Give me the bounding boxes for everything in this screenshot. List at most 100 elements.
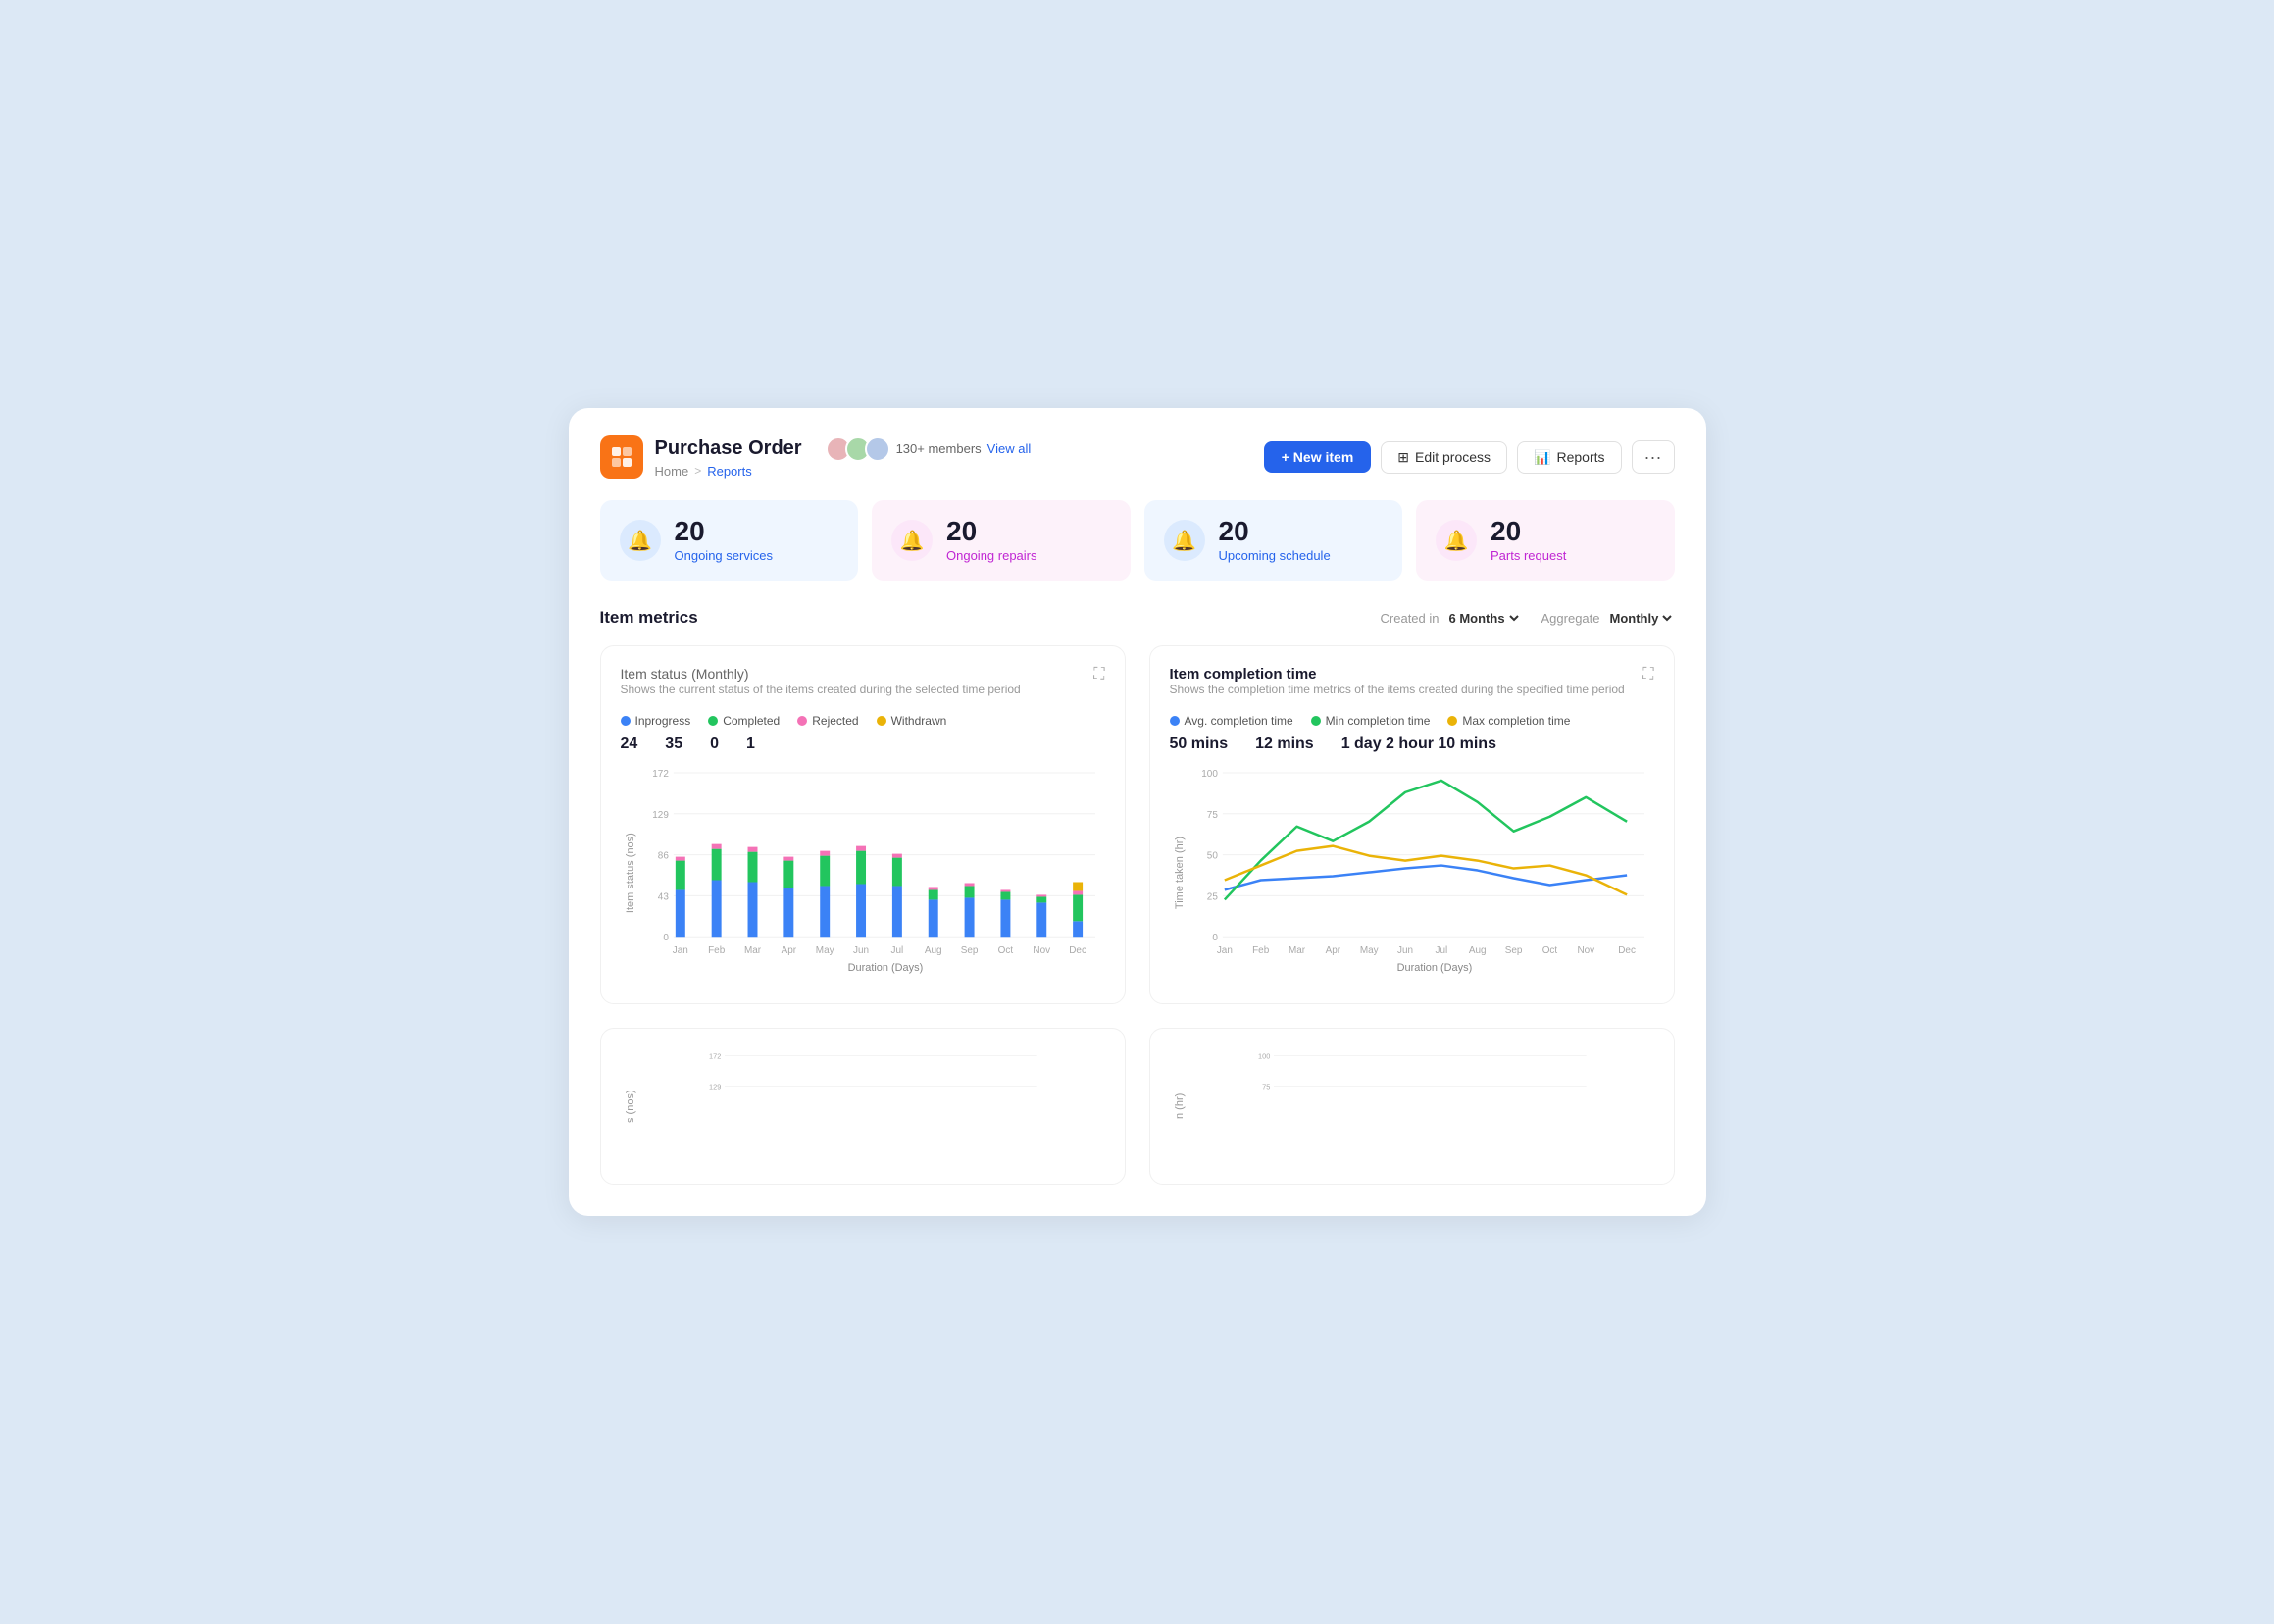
stat-icon-3: 🔔	[1436, 520, 1477, 561]
breadcrumb-home[interactable]: Home	[655, 464, 689, 479]
svg-text:100: 100	[1201, 769, 1218, 780]
edit-process-button[interactable]: ⊞ Edit process	[1381, 441, 1507, 474]
header-actions: + New item ⊞ Edit process 📊 Reports ···	[1264, 440, 1675, 474]
bar-chart-subtitle: Shows the current status of the items cr…	[621, 683, 1021, 696]
legend-completed: Completed	[708, 714, 780, 728]
metrics-header: Item metrics Created in 6 Months 3 Month…	[600, 608, 1675, 628]
line-chart-partial: n (hr) 100 75	[1149, 1028, 1675, 1185]
svg-text:Jan: Jan	[1216, 946, 1232, 957]
legend-max: Max completion time	[1447, 714, 1570, 728]
more-options-button[interactable]: ···	[1632, 440, 1675, 474]
line-chart-inner: 100 75 50 25 0 Jan	[1186, 763, 1654, 983]
svg-text:Jun: Jun	[1397, 946, 1413, 957]
svg-text:129: 129	[709, 1082, 721, 1091]
line-partial-y-label: n (hr)	[1170, 1048, 1186, 1164]
legend-label-completed: Completed	[723, 714, 780, 728]
stat-number-3: 20	[1491, 518, 1566, 545]
svg-text:Dec: Dec	[1618, 946, 1636, 957]
svg-text:Jul: Jul	[1435, 946, 1447, 957]
view-all-link[interactable]: View all	[987, 441, 1032, 456]
stat-number-1: 20	[946, 518, 1037, 545]
bar-stat-3: 1	[746, 736, 755, 753]
svg-text:0: 0	[663, 934, 669, 944]
svg-text:Sep: Sep	[1504, 946, 1522, 957]
line-stat-0: 50 mins	[1170, 736, 1229, 753]
svg-text:Apr: Apr	[1325, 946, 1340, 957]
bar-chart-title-block: Item status (Monthly) Shows the current …	[621, 666, 1021, 710]
metrics-title: Item metrics	[600, 608, 698, 628]
line-chart-partial-wrapper: n (hr) 100 75	[1170, 1048, 1654, 1164]
svg-text:Nov: Nov	[1577, 946, 1594, 957]
max-line	[1224, 846, 1626, 895]
svg-text:43: 43	[657, 892, 669, 903]
legend-rejected: Rejected	[797, 714, 858, 728]
members-info: 130+ members View all	[826, 436, 1032, 462]
svg-text:May: May	[1359, 946, 1378, 957]
legend-label-rejected: Rejected	[812, 714, 858, 728]
legend-withdrawn: Withdrawn	[877, 714, 947, 728]
bar-chart-period: (Monthly)	[691, 666, 748, 682]
stat-icon-0: 🔔	[620, 520, 661, 561]
avatar	[865, 436, 890, 462]
bar-chart-stats: 24 35 0 1	[621, 736, 1105, 753]
bar-stat-0: 24	[621, 736, 638, 753]
stat-card-3: 🔔 20 Parts request	[1416, 500, 1675, 581]
page-title: Purchase Order	[655, 437, 802, 460]
stat-content-0: 20 Ongoing services	[675, 518, 773, 563]
svg-text:Dec: Dec	[1069, 946, 1086, 957]
bar-partial-y-label: s (nos)	[621, 1048, 636, 1164]
avatar-group	[826, 436, 890, 462]
legend-dot-completed	[708, 716, 718, 726]
svg-text:172: 172	[709, 1051, 721, 1060]
breadcrumb-current: Reports	[707, 464, 752, 479]
line-stat-2: 1 day 2 hour 10 mins	[1341, 736, 1496, 753]
aggregate-select[interactable]: Monthly Weekly Daily	[1606, 610, 1675, 627]
stat-content-2: 20 Upcoming schedule	[1219, 518, 1331, 563]
created-in-select[interactable]: 6 Months 3 Months 1 Year	[1445, 610, 1522, 627]
line-chart-card: Item completion time Shows the completio…	[1149, 645, 1675, 1003]
line-chart-wrapper: Time taken (hr) 100 75 50	[1170, 763, 1654, 983]
line-chart-expand-icon[interactable]: ⛶	[1642, 666, 1653, 684]
metrics-section: Item metrics Created in 6 Months 3 Month…	[600, 608, 1675, 1184]
svg-text:Mar: Mar	[1288, 946, 1305, 957]
svg-text:Apr: Apr	[781, 946, 796, 957]
line-chart-stats: 50 mins 12 mins 1 day 2 hour 10 mins	[1170, 736, 1654, 753]
stats-row: 🔔 20 Ongoing services 🔔 20 Ongoing repai…	[600, 500, 1675, 581]
svg-text:Oct: Oct	[1541, 946, 1557, 957]
svg-text:Duration (Days): Duration (Days)	[1396, 963, 1472, 975]
svg-text:75: 75	[1262, 1082, 1270, 1091]
bar-chart-inner: 172 129 86 43 0	[636, 763, 1105, 983]
svg-text:Mar: Mar	[743, 946, 761, 957]
legend-dot-avg	[1170, 716, 1180, 726]
legend-avg: Avg. completion time	[1170, 714, 1293, 728]
charts-grid: Item status (Monthly) Shows the current …	[600, 645, 1675, 1003]
line-chart-header: Item completion time Shows the completio…	[1170, 666, 1654, 710]
stat-number-2: 20	[1219, 518, 1331, 545]
svg-text:Nov: Nov	[1033, 946, 1050, 957]
legend-dot-rejected	[797, 716, 807, 726]
stat-icon-1: 🔔	[891, 520, 933, 561]
bar-chart-wrapper: Item status (nos) 172 129 86	[621, 763, 1105, 983]
legend-label-max: Max completion time	[1462, 714, 1570, 728]
metrics-controls: Created in 6 Months 3 Months 1 Year Aggr…	[1381, 610, 1675, 627]
svg-text:172: 172	[652, 769, 669, 780]
main-card: Purchase Order 130+ members View all Hom…	[569, 408, 1706, 1215]
bar-chart-header: Item status (Monthly) Shows the current …	[621, 666, 1105, 710]
stat-label-1: Ongoing repairs	[946, 548, 1037, 563]
bar-chart-partial: s (nos) 172 129	[600, 1028, 1126, 1185]
bar-chart-title: Item status (Monthly)	[621, 666, 1021, 683]
stat-label-2: Upcoming schedule	[1219, 548, 1331, 563]
line-chart-partial-svg: 100 75	[1186, 1048, 1654, 1164]
line-chart-svg: 100 75 50 25 0 Jan	[1186, 763, 1654, 978]
bar-chart-expand-icon[interactable]: ⛶	[1093, 666, 1104, 684]
svg-text:50: 50	[1206, 851, 1218, 862]
bar-stat-2: 0	[710, 736, 719, 753]
reports-button[interactable]: 📊 Reports	[1517, 441, 1621, 474]
created-in-label: Created in	[1381, 611, 1440, 626]
legend-label-avg: Avg. completion time	[1185, 714, 1293, 728]
bar-chart-legend: Inprogress Completed Rejected Withdrawn	[621, 714, 1105, 728]
legend-inprogress: Inprogress	[621, 714, 691, 728]
new-item-button[interactable]: + New item	[1264, 441, 1372, 473]
svg-text:129: 129	[652, 810, 669, 821]
reports-icon: 📊	[1534, 449, 1550, 466]
